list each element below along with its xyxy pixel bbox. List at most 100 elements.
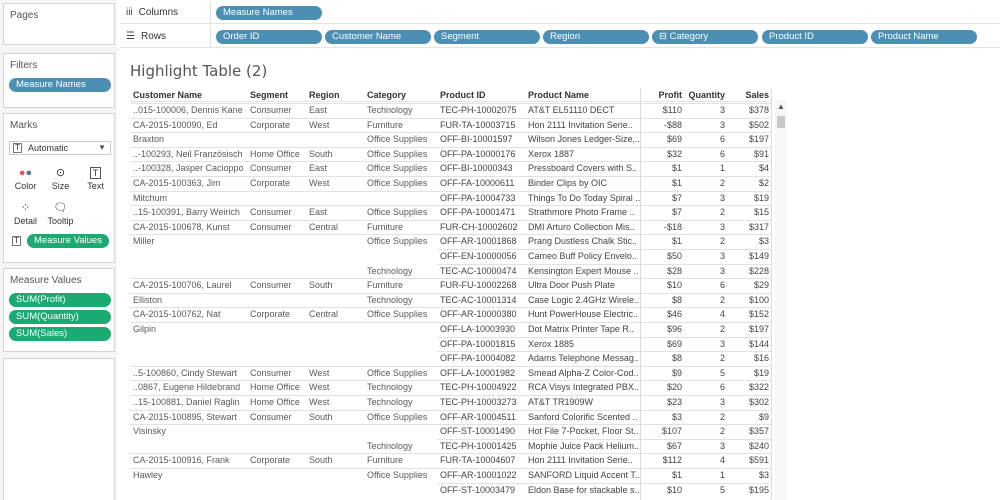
header-category[interactable]: Category — [367, 90, 437, 100]
cell-sales: $152 — [748, 309, 769, 320]
cell-profit: $20 — [666, 382, 682, 393]
rows-shelf-label: ☰ Rows — [126, 31, 166, 42]
cell-product-id: OFF-PA-10001815 — [440, 338, 516, 349]
cell-sales: $15 — [753, 207, 769, 218]
header-product-name[interactable]: Product Name — [528, 90, 640, 100]
cell-profit: $67 — [666, 440, 682, 451]
filter-pill-measure-names[interactable]: Measure Names — [9, 78, 111, 92]
cell-customer-name: CA-2015-100762, Nat — [133, 309, 221, 320]
cell-segment: Corporate — [250, 119, 291, 130]
cell-region: West — [309, 397, 330, 407]
detail-label: Detail — [13, 216, 37, 226]
cell-category: Office Supplies — [367, 178, 428, 188]
row-divider — [130, 424, 772, 426]
row-divider — [130, 292, 772, 294]
rows-pill-order-id[interactable]: Order ID — [216, 30, 322, 44]
cell-quantity: 3 — [719, 105, 725, 115]
cell-customer-name: CA-2015-100678, Kunst — [133, 221, 230, 232]
pill-sum-sales[interactable]: SUM(Sales) — [9, 327, 111, 341]
columns-pill-measure-names[interactable]: Measure Names — [216, 6, 322, 20]
cell-profit: $69 — [666, 134, 682, 145]
vertical-scrollbar[interactable]: ▲ — [775, 100, 787, 500]
header-segment[interactable]: Segment — [250, 90, 306, 100]
size-button[interactable]: ⊙ Size — [44, 162, 77, 196]
row-divider — [437, 438, 772, 440]
rows-shelf[interactable]: ☰ Rows Order ID Customer Name Segment Reg… — [120, 26, 1000, 48]
cell-profit: -$88 — [663, 119, 682, 130]
rows-pill-customer-name[interactable]: Customer Name — [325, 30, 431, 44]
header-region[interactable]: Region — [309, 90, 365, 100]
row-divider — [130, 307, 772, 309]
cell-segment: Consumer — [250, 207, 292, 218]
pill-sum-quantity[interactable]: SUM(Quantity) — [9, 310, 111, 324]
cell-customer-name: ..0867, Eugene Hildebrand — [133, 382, 241, 393]
marks-card: Marks T Automatic ▼ ●● Color ⊙ Size T Te… — [3, 113, 115, 263]
header-quantity[interactable]: Quantity — [685, 90, 725, 100]
header-product-id[interactable]: Product ID — [440, 90, 526, 100]
cell-sales: $144 — [748, 338, 769, 349]
cell-profit: $10 — [666, 484, 682, 495]
cell-product-name: Mophie Juice Pack Helium.. — [528, 440, 640, 451]
scroll-up-icon[interactable]: ▲ — [777, 102, 785, 111]
cell-profit: $50 — [666, 251, 682, 261]
cell-region: South — [309, 455, 333, 466]
cell-product-name: Hunt PowerHouse Electric.. — [528, 309, 639, 320]
tooltip-button[interactable]: 🗨 Tooltip — [44, 197, 77, 231]
scrollbar-thumb[interactable] — [777, 116, 785, 128]
columns-shelf[interactable]: iii Columns Measure Names — [120, 2, 1000, 24]
columns-icon: iii — [126, 7, 133, 18]
row-divider — [130, 409, 772, 411]
cell-quantity: 2 — [719, 426, 725, 437]
mark-type-dropdown[interactable]: T Automatic ▼ — [9, 141, 111, 155]
row-divider — [130, 132, 772, 134]
cell-product-id: OFF-EN-10000056 — [440, 251, 517, 261]
cell-sales: $4 — [758, 163, 769, 174]
cell-profit: $8 — [671, 294, 682, 305]
cell-quantity: 2 — [719, 207, 725, 218]
color-button[interactable]: ●● Color — [9, 162, 42, 196]
cell-product-name: DMI Arturo Collection Mis.. — [528, 221, 635, 232]
header-profit[interactable]: Profit — [642, 90, 683, 100]
row-divider — [130, 205, 772, 207]
cell-quantity: 2 — [719, 236, 725, 247]
cell-category: Office Supplies — [367, 163, 428, 174]
rows-pill-product-name[interactable]: Product Name — [871, 30, 977, 44]
row-divider — [130, 176, 772, 177]
color-label: Color — [14, 181, 37, 191]
cell-sales: $228 — [748, 265, 769, 276]
cell-profit: $110 — [662, 105, 682, 115]
text-button[interactable]: T Text — [79, 162, 112, 196]
text-icon: T — [79, 165, 112, 181]
cell-sales: $357 — [748, 426, 769, 437]
cell-category: Office Supplies — [367, 309, 428, 320]
header-customer-name[interactable]: Customer Name — [133, 90, 245, 100]
cell-category: Technology — [367, 105, 413, 115]
cell-profit: $7 — [671, 192, 682, 203]
cell-quantity: 6 — [719, 382, 725, 393]
cell-product-id: FUR-FU-10002268 — [440, 280, 517, 291]
pill-sum-profit[interactable]: SUM(Profit) — [9, 293, 111, 307]
cell-category: Technology — [367, 265, 413, 276]
cell-quantity: 6 — [719, 280, 725, 291]
cell-customer-name: CA-2015-100916, Frank — [133, 455, 230, 466]
header-sales[interactable]: Sales — [728, 90, 769, 100]
cell-category: Furniture — [367, 280, 404, 291]
cell-product-id: OFF-ST-10003479 — [440, 484, 516, 495]
cell-sales: $19 — [753, 192, 769, 203]
cell-segment: Consumer — [250, 411, 292, 422]
rows-pill-region[interactable]: Region — [543, 30, 649, 44]
cell-sales: $16 — [753, 353, 769, 364]
row-divider — [437, 249, 772, 250]
detail-button[interactable]: ⁘ Detail — [9, 197, 42, 231]
cell-profit: $112 — [662, 455, 682, 466]
rows-pill-category[interactable]: ⊟ Category — [652, 30, 758, 44]
cell-quantity: 3 — [719, 338, 725, 349]
cell-profit: $28 — [666, 265, 682, 276]
cell-product-name: Smead Alpha-Z Color-Cod.. — [528, 367, 639, 378]
rows-pill-product-id[interactable]: Product ID — [762, 30, 868, 44]
rows-pill-segment[interactable]: Segment — [434, 30, 540, 44]
cell-category: Technology — [367, 294, 413, 305]
row-divider — [437, 336, 772, 338]
marks-pill-measure-values[interactable]: Measure Values — [27, 234, 109, 248]
cell-product-name: Strathmore Photo Frame .. — [528, 207, 635, 218]
